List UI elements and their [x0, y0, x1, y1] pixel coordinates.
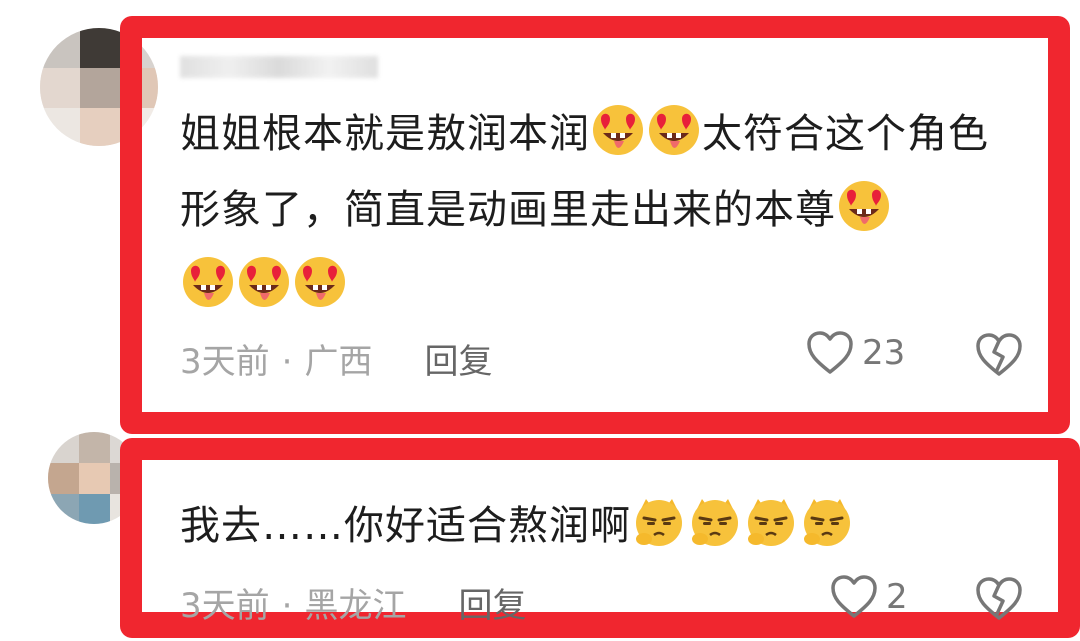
meta-separator: ·: [281, 342, 293, 382]
heart-icon: [831, 575, 877, 618]
comment-meta: 3天前 · 黑龙江 回复: [180, 578, 526, 627]
comment-meta: 3天前 · 广西 回复: [180, 334, 492, 383]
dislike-button[interactable]: [974, 332, 1024, 382]
smug-cat-face-emoji: [632, 495, 686, 549]
like-button[interactable]: 23: [806, 330, 905, 376]
broken-heart-icon: [976, 577, 1022, 620]
heart-eyes-tongue-emoji: [837, 179, 891, 233]
reply-button[interactable]: 回复: [458, 586, 526, 626]
dislike-button[interactable]: [974, 576, 1024, 626]
heart-eyes-tongue-emoji: [591, 103, 645, 157]
like-count: 23: [862, 333, 906, 373]
meta-separator: ·: [281, 586, 293, 626]
comment-text: 姐姐根本就是敖润本润 太符合这个角色形象了，简直是动画里走出来的本尊: [180, 96, 1020, 324]
comment-location: 黑龙江: [304, 586, 407, 626]
heart-eyes-tongue-emoji: [647, 103, 701, 157]
smug-cat-face-emoji: [688, 495, 742, 549]
comment-text-part: 我去……你好适合熬润啊: [180, 503, 631, 549]
like-button[interactable]: 2: [830, 574, 908, 620]
like-count: 2: [886, 577, 908, 617]
comment-text: 我去……你好适合熬润啊: [180, 488, 960, 564]
reply-button[interactable]: 回复: [424, 342, 492, 382]
comment-text-part: 姐姐根本就是敖润本润: [180, 111, 590, 157]
smug-cat-face-emoji: [800, 495, 854, 549]
comment-time: 3天前: [180, 342, 270, 382]
comment-time: 3天前: [180, 586, 270, 626]
smug-cat-face-emoji: [744, 495, 798, 549]
heart-icon: [807, 331, 853, 374]
heart-eyes-tongue-emoji: [181, 255, 235, 309]
broken-heart-icon: [976, 333, 1022, 376]
heart-eyes-tongue-emoji: [293, 255, 347, 309]
comment-location: 广西: [304, 342, 373, 382]
heart-eyes-tongue-emoji: [237, 255, 291, 309]
